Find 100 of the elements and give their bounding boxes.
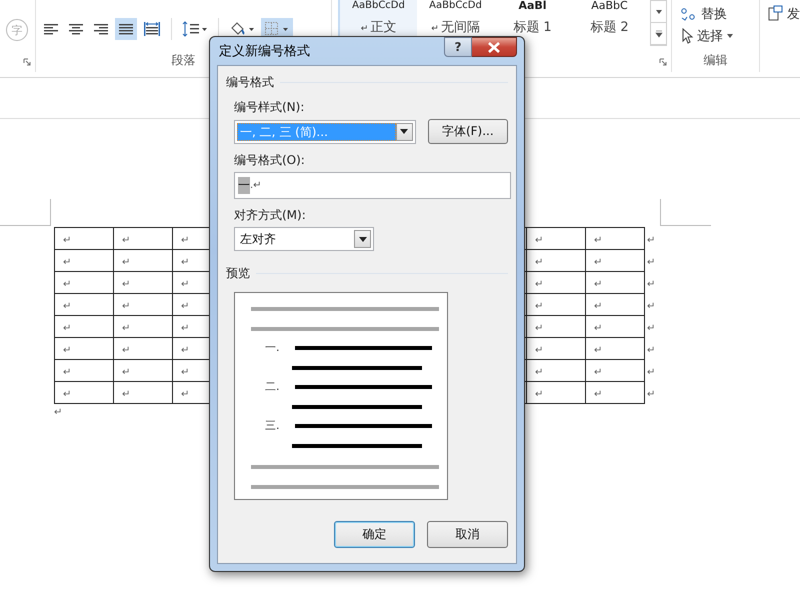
cursor-icon: [680, 28, 694, 44]
cell-end-mark: ↵: [594, 256, 602, 268]
cell-end-mark: ↵: [63, 234, 72, 246]
dispatch-button[interactable]: 发: [768, 3, 800, 25]
borders-icon: [264, 21, 290, 37]
cell-end-mark: ↵: [535, 322, 544, 334]
group-label: 段落: [170, 52, 196, 69]
list-number: 二.: [265, 380, 280, 393]
style-name: 正文: [370, 20, 396, 35]
cell-end-mark: ↵: [181, 322, 190, 334]
cell-end-mark: ↵: [535, 388, 544, 400]
cell-end-mark: ↵: [594, 300, 602, 312]
cell-end-mark: ↵: [63, 388, 72, 400]
cell-end-mark: ↵: [181, 300, 190, 312]
cell-end-mark: ↵: [122, 388, 130, 400]
caret-icon: [726, 33, 734, 39]
cell-end-mark: ↵: [535, 344, 544, 356]
cell-end-mark: ↵: [594, 278, 602, 290]
row-end-mark: ↵: [647, 388, 656, 400]
cell-end-mark: ↵: [122, 344, 130, 356]
cell-end-mark: ↵: [122, 322, 130, 334]
justify-icon: [118, 22, 134, 36]
cell-end-mark: ↵: [181, 388, 190, 400]
cell-end-mark: ↵: [122, 234, 130, 246]
font-button[interactable]: 字体(F)...: [428, 119, 508, 144]
crop-mark: [660, 199, 711, 226]
style-item[interactable]: AaBbC 标题 2: [571, 0, 648, 44]
cell-end-mark: ↵: [63, 322, 72, 334]
cell-end-mark: ↵: [181, 366, 190, 378]
close-icon: [487, 42, 501, 52]
field-label: 编号格式(O):: [234, 152, 306, 169]
paragraph-mark: ↵: [360, 24, 368, 34]
cell-end-mark: ↵: [535, 278, 544, 290]
cell-end-mark: ↵: [594, 322, 602, 334]
cell-end-mark: ↵: [181, 278, 190, 290]
cell-end-mark: ↵: [122, 300, 130, 312]
justify-button[interactable]: [115, 18, 137, 40]
cell-end-mark: ↵: [63, 256, 72, 268]
caret-down-icon: [654, 8, 662, 14]
expand-icon: [654, 30, 662, 38]
cell-end-mark: ↵: [181, 234, 190, 246]
dialog-title: 定义新编号格式: [218, 43, 310, 60]
line-spacing-icon: [182, 21, 208, 37]
style-item[interactable]: AaBl 标题 1: [494, 0, 571, 44]
field-label: 编号样式(N):: [234, 99, 306, 116]
style-name: 标题 1: [513, 20, 552, 35]
cell-end-mark: ↵: [535, 234, 544, 246]
style-sample: AaBbCcDd: [429, 0, 482, 12]
cell-end-mark: ↵: [535, 256, 544, 268]
cell-end-mark: ↵: [535, 300, 544, 312]
document-icon: [768, 5, 784, 23]
ok-button[interactable]: 确定: [334, 521, 415, 548]
group-heading: 编号格式: [226, 74, 274, 91]
number-format-field[interactable]: 一.↵: [234, 172, 511, 199]
style-sample: AaBl: [518, 0, 547, 12]
cell-end-mark: ↵: [63, 344, 72, 356]
row-end-mark: ↵: [647, 344, 656, 356]
style-name: 标题 2: [590, 20, 629, 35]
cell-end-mark: ↵: [181, 256, 190, 268]
dialog-launcher-icon: [23, 58, 31, 66]
cell-end-mark: ↵: [594, 388, 602, 400]
list-number: 一.: [265, 341, 280, 354]
cell-end-mark: ↵: [122, 278, 130, 290]
dropdown-arrow-icon: [400, 129, 408, 134]
cell-end-mark: ↵: [181, 344, 190, 356]
cell-end-mark: ↵: [594, 234, 602, 246]
paragraph-mark: ↵: [431, 24, 439, 34]
row-end-mark: ↵: [647, 366, 656, 378]
style-sample: AaBbCcDd: [352, 0, 405, 12]
paint-bucket-icon: [229, 21, 255, 37]
align-right-icon: [93, 22, 109, 36]
row-end-mark: ↵: [647, 256, 656, 268]
field-label: 对齐方式(M):: [234, 207, 307, 224]
align-left-icon: [43, 22, 59, 36]
style-sample: AaBbC: [591, 0, 628, 12]
cell-end-mark: ↵: [122, 366, 130, 378]
distribute-icon: [143, 21, 161, 37]
row-end-mark: ↵: [647, 234, 656, 246]
cell-end-mark: ↵: [594, 344, 602, 356]
select-button[interactable]: 选择: [680, 25, 759, 47]
group-heading: 预览: [226, 265, 250, 282]
paragraph-mark: ↵: [54, 408, 62, 418]
cell-end-mark: ↵: [594, 366, 602, 378]
cell-end-mark: ↵: [63, 300, 72, 312]
replace-button[interactable]: 替换: [680, 3, 759, 25]
crop-mark: [0, 199, 51, 226]
style-name: 无间隔: [440, 20, 480, 35]
row-end-mark: ↵: [647, 300, 656, 312]
close-button[interactable]: [472, 37, 517, 57]
row-end-mark: ↵: [647, 322, 656, 334]
alignment-dropdown[interactable]: 左对齐: [234, 227, 374, 251]
group-label: 编辑: [702, 52, 728, 69]
row-end-mark: ↵: [647, 278, 656, 290]
cell-end-mark: ↵: [63, 278, 72, 290]
cancel-button[interactable]: 取消: [427, 521, 508, 548]
dialog-launcher-icon: [659, 58, 667, 66]
cell-end-mark: ↵: [535, 366, 544, 378]
help-button[interactable]: ?: [444, 37, 472, 57]
cell-end-mark: ↵: [122, 256, 130, 268]
cell-end-mark: ↵: [63, 366, 72, 378]
